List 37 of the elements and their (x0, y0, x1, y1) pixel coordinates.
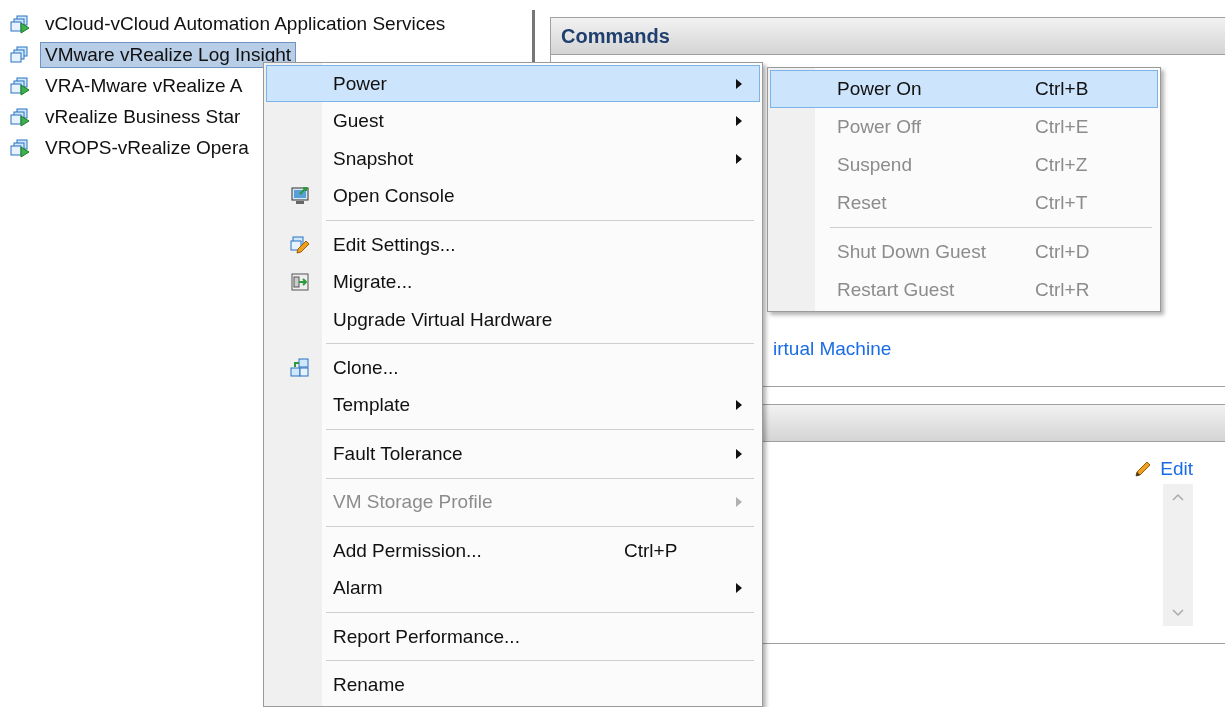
menu-item[interactable]: Fault Tolerance (266, 435, 760, 473)
menu-item[interactable]: Guest (266, 102, 760, 140)
submenu-arrow-icon (735, 582, 743, 595)
submenu-arrow-icon (735, 77, 743, 90)
menu-item[interactable]: Migrate... (266, 263, 760, 301)
vm-pencil-icon (290, 234, 310, 255)
tree-item[interactable]: vRealize Business Star (40, 103, 246, 130)
submenu-arrow-icon (735, 115, 743, 128)
submenu-arrow-icon (735, 496, 743, 509)
menu-item[interactable]: Rename (266, 666, 760, 704)
link[interactable]: irtual Machine (773, 338, 892, 359)
menu-item[interactable]: Open Console (266, 177, 760, 215)
menu-item[interactable]: Template (266, 386, 760, 425)
menu-item[interactable]: Power On Ctrl+B (770, 70, 1158, 108)
tree-item[interactable]: VRA-Mware vRealize A (40, 72, 248, 99)
menu-item[interactable]: Alarm (266, 569, 760, 607)
menu-item[interactable]: Clone... (266, 349, 760, 387)
scrollbar[interactable] (1163, 484, 1193, 626)
tree-item[interactable]: vCloud-vCloud Automation Application Services (40, 10, 451, 37)
menu-item[interactable]: Upgrade Virtual Hardware (266, 300, 760, 339)
menu-item[interactable]: Edit Settings... (266, 225, 760, 264)
scroll-down-icon[interactable] (1171, 608, 1185, 618)
tree-item[interactable]: VROPS-vRealize Opera (40, 134, 254, 161)
monitor-icon (290, 186, 310, 207)
scroll-up-icon[interactable] (1171, 492, 1185, 502)
panel-title: Commands (561, 24, 670, 48)
migrate-icon (290, 272, 310, 293)
menu-item[interactable]: Snapshot (266, 139, 760, 178)
submenu-arrow-icon (735, 399, 743, 412)
clone-icon (290, 358, 310, 378)
menu-item[interactable]: Power (266, 65, 760, 103)
submenu-arrow-icon (735, 152, 743, 165)
menu-item[interactable]: Add Permission... Ctrl+P (266, 532, 760, 570)
submenu-arrow-icon (735, 447, 743, 460)
edit-link[interactable]: Edit (1160, 458, 1193, 480)
pencil-icon (1134, 460, 1153, 478)
menu-item[interactable]: Report Performance... (266, 618, 760, 656)
